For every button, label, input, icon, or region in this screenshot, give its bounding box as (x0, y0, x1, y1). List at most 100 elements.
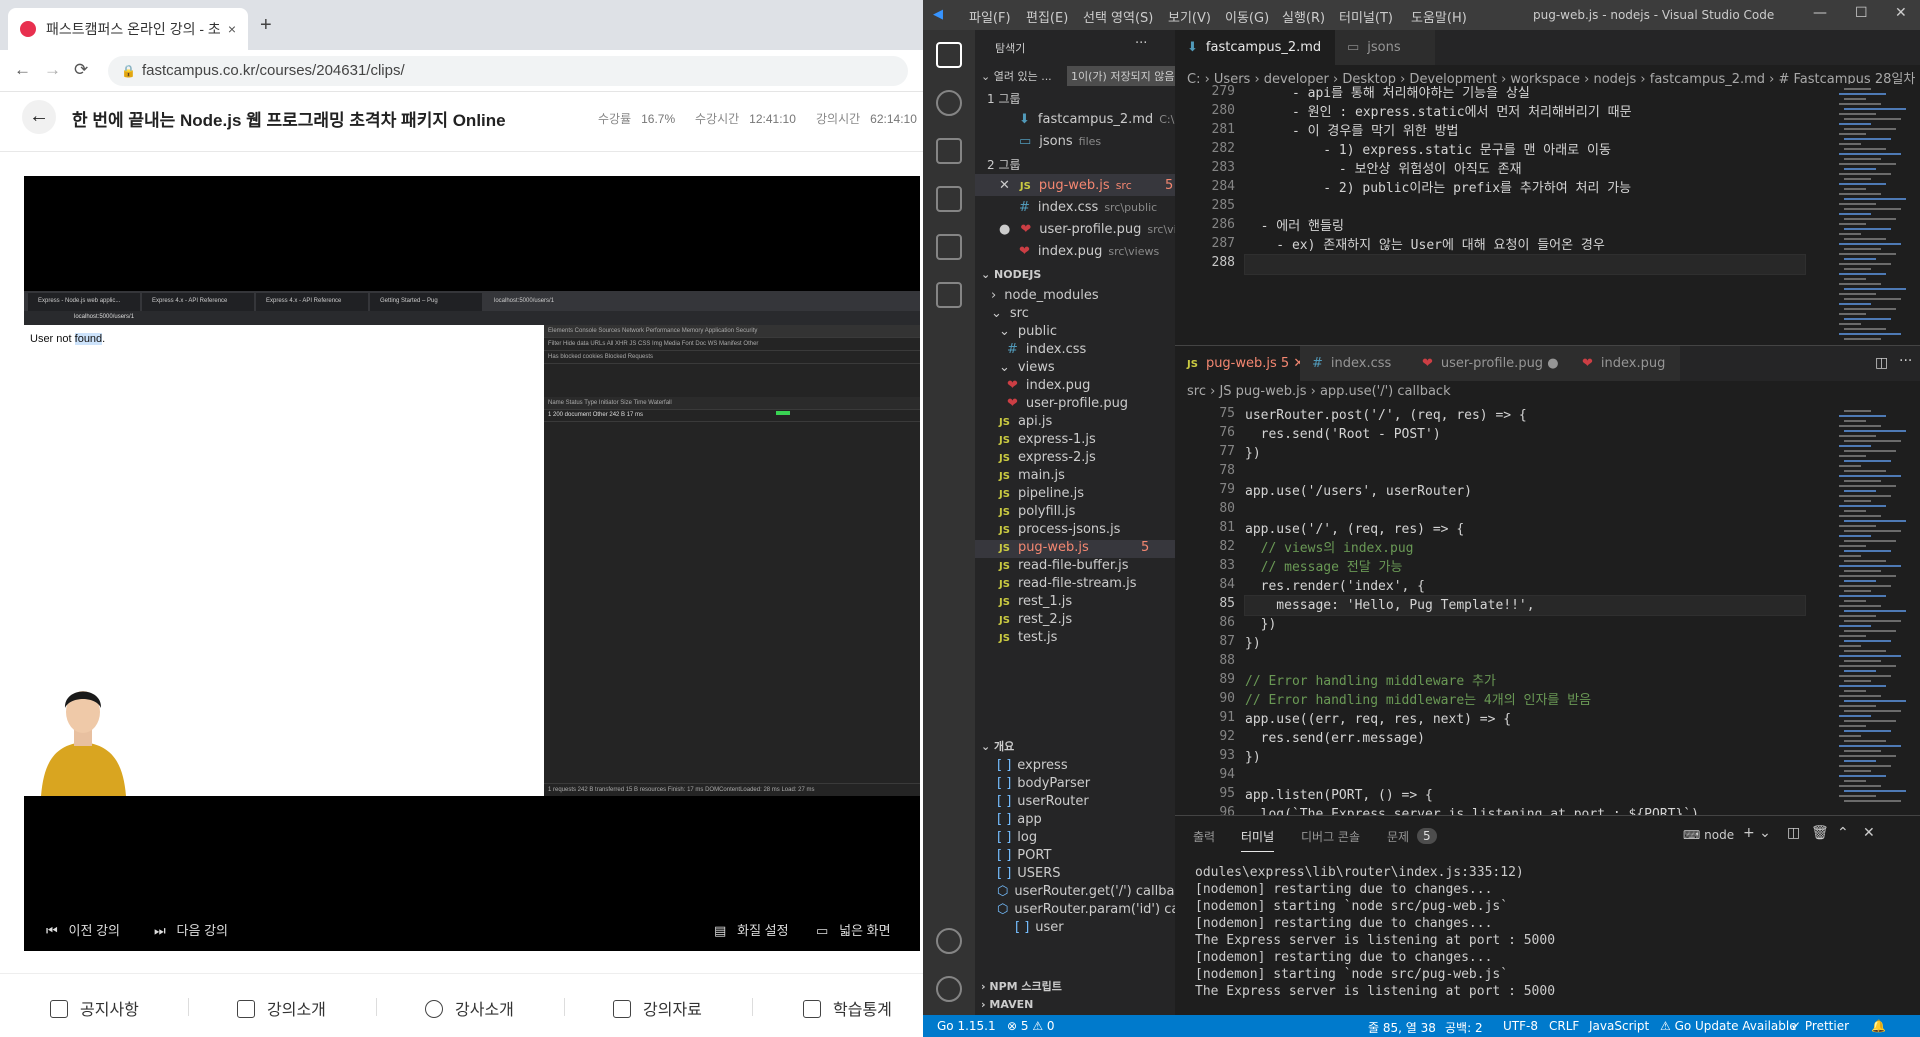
tree-item[interactable]: JS express-1.js (975, 432, 1175, 450)
menu-terminal[interactable]: 터미널(T) (1339, 7, 1393, 26)
tree-item[interactable]: JS main.js (975, 468, 1175, 486)
outline-item[interactable]: [ ] user (1015, 920, 1193, 935)
tree-item[interactable]: ❤ index.pug (975, 378, 1175, 396)
explorer-icon[interactable] (936, 42, 962, 68)
tree-item[interactable]: JS read-file-stream.js (975, 576, 1175, 594)
tab-index-css[interactable]: # index.css (1300, 346, 1410, 381)
status-go-version[interactable]: Go 1.15.1 (937, 1019, 996, 1033)
outline-item[interactable]: ⬡ userRouter.get('/') callback (997, 884, 1175, 899)
notifications-bell-icon[interactable]: 🔔 (1871, 1019, 1886, 1033)
tab-close-icon[interactable]: × (228, 21, 236, 37)
nav-course-intro[interactable]: 강의소개 (237, 996, 326, 1020)
more-actions-icon[interactable]: ··· (1899, 353, 1912, 369)
search-icon[interactable] (936, 90, 962, 116)
maximize-icon[interactable]: ☐ (1855, 5, 1868, 21)
minimize-icon[interactable]: — (1813, 5, 1827, 21)
code-bottom[interactable]: userRouter.post('/', (req, res) => { res… (1244, 406, 1806, 824)
source-control-icon[interactable] (936, 138, 962, 164)
panel-tab-output[interactable]: 출력 (1193, 828, 1215, 845)
status-eol[interactable]: CRLF (1549, 1019, 1579, 1033)
open-editor-item[interactable]: ⬇fastcampus_2.mdC:\U... (1019, 112, 1175, 127)
tree-item[interactable]: JS pipeline.js (975, 486, 1175, 504)
outline-item[interactable]: [ ] app (997, 812, 1175, 827)
status-problems[interactable]: ⊗ 5 ⚠ 0 (1007, 1019, 1055, 1033)
outline-item[interactable]: ⬡ userRouter.param('id') ca... (997, 902, 1175, 917)
open-editors-header[interactable]: ⌄ 열려 있는 ... (981, 68, 1052, 84)
course-back-button[interactable]: ← (22, 100, 56, 134)
menu-help[interactable]: 도움말(H) (1411, 7, 1467, 26)
terminal-shell-select[interactable]: ⌨ node (1683, 828, 1734, 842)
tab-fastcampus-md[interactable]: ⬇ fastcampus_2.md (1175, 30, 1335, 65)
menu-selection[interactable]: 선택 영역(S) (1083, 7, 1153, 26)
open-editor-item[interactable]: ✕ JS pug-web.js src 5 (999, 178, 1175, 193)
open-editor-item[interactable]: # index.css src\public (1019, 200, 1175, 215)
tree-item[interactable]: JS api.js (975, 414, 1175, 432)
outline-item[interactable]: [ ] userRouter (997, 794, 1175, 809)
tree-item[interactable]: JS rest_1.js (975, 594, 1175, 612)
testing-icon[interactable] (936, 282, 962, 308)
reload-icon[interactable]: ⟳ (74, 60, 88, 80)
outline-item[interactable]: [ ] bodyParser (997, 776, 1175, 791)
outline-header[interactable]: ⌄ 개요 (981, 738, 1014, 754)
nav-instructor[interactable]: 강사소개 (425, 996, 514, 1020)
tab-user-profile-pug[interactable]: ❤ user-profile.pug ● (1410, 346, 1570, 381)
new-tab-button[interactable]: + (260, 14, 272, 37)
tree-item[interactable]: ❤ user-profile.pug (975, 396, 1175, 414)
url-input[interactable]: 🔒 fastcampus.co.kr/courses/204631/clips/ (108, 56, 908, 86)
status-position[interactable]: 줄 85, 열 38 (1368, 1019, 1436, 1036)
status-prettier[interactable]: ✓ Prettier (1791, 1019, 1849, 1033)
maximize-panel-icon[interactable]: ⌃ (1837, 825, 1849, 841)
back-icon[interactable]: ← (14, 60, 31, 80)
tree-item[interactable]: JS pug-web.js 5 (975, 540, 1175, 558)
menu-file[interactable]: 파일(F) (969, 7, 1011, 26)
tab-pug-web-js[interactable]: JS pug-web.js 5 ✕ (1175, 346, 1304, 381)
close-icon[interactable]: ✕ (1895, 5, 1907, 21)
maven-header[interactable]: › MAVEN (981, 998, 1033, 1011)
outline-item[interactable]: [ ] express (997, 758, 1175, 773)
panel-tab-problems[interactable]: 문제 (1387, 828, 1409, 845)
tree-item[interactable]: ⌄ src (975, 306, 1175, 324)
panel-tab-terminal[interactable]: 터미널 (1241, 828, 1275, 852)
outline-item[interactable]: [ ] log (997, 830, 1175, 845)
tree-item[interactable]: JS process-jsons.js (975, 522, 1175, 540)
more-actions-icon[interactable]: ··· (1135, 36, 1147, 51)
quality-button[interactable]: ▤ 화질 설정 (714, 920, 789, 939)
nav-materials[interactable]: 강의자료 (613, 996, 702, 1020)
menu-view[interactable]: 보기(V) (1168, 7, 1211, 26)
tab-jsons[interactable]: ▭ jsons (1335, 30, 1435, 65)
run-debug-icon[interactable] (936, 186, 962, 212)
trash-icon[interactable]: 🗑 (1811, 825, 1829, 841)
status-language[interactable]: JavaScript (1589, 1019, 1649, 1033)
tree-item[interactable]: ⌄ public (975, 324, 1175, 342)
tree-item[interactable]: › node_modules (975, 288, 1175, 306)
status-go-update[interactable]: ⚠ Go Update Available (1660, 1019, 1797, 1033)
open-editor-item[interactable]: ●❤user-profile.pugsrc\vi... (999, 222, 1175, 237)
status-encoding[interactable]: UTF-8 (1503, 1019, 1538, 1033)
outline-item[interactable]: [ ] PORT (997, 848, 1175, 863)
tree-item[interactable]: JS test.js (975, 630, 1175, 648)
tree-item[interactable]: ⌄ views (975, 360, 1175, 378)
code-top[interactable]: - api를 통해 처리해야하는 기능을 상실 - 원인 : express.s… (1244, 84, 1806, 275)
project-header[interactable]: ⌄ NODEJS (981, 268, 1041, 281)
video-player[interactable]: Express - Node.js web applic... Express … (24, 176, 920, 951)
tree-item[interactable]: JS polyfill.js (975, 504, 1175, 522)
forward-icon[interactable]: → (44, 60, 61, 80)
extensions-icon[interactable] (936, 234, 962, 260)
terminal-output[interactable]: odules\express\lib\router\index.js:335:1… (1195, 864, 1555, 1000)
nav-stats[interactable]: 학습통계 (803, 996, 892, 1020)
menu-go[interactable]: 이동(G) (1225, 7, 1269, 26)
wide-screen-button[interactable]: ▭ 넓은 화면 (816, 920, 891, 939)
minimap-bottom[interactable] (1836, 406, 1906, 806)
split-terminal-icon[interactable]: ◫ (1787, 825, 1800, 841)
nav-notice[interactable]: 공지사항 (50, 996, 139, 1020)
npm-scripts-header[interactable]: › NPM 스크립트 (981, 978, 1062, 994)
status-spaces[interactable]: 공백: 2 (1445, 1019, 1483, 1036)
tree-item[interactable]: JS express-2.js (975, 450, 1175, 468)
split-editor-icon[interactable]: ◫ (1875, 355, 1888, 371)
new-terminal-icon[interactable]: + ⌄ (1743, 825, 1771, 841)
panel-tab-debug-console[interactable]: 디버그 콘솔 (1301, 828, 1360, 845)
outline-item[interactable]: [ ] USERS (997, 866, 1175, 881)
tab-index-pug[interactable]: ❤ index.pug (1570, 346, 1680, 381)
account-icon[interactable] (936, 928, 962, 954)
menu-run[interactable]: 실행(R) (1282, 7, 1325, 26)
